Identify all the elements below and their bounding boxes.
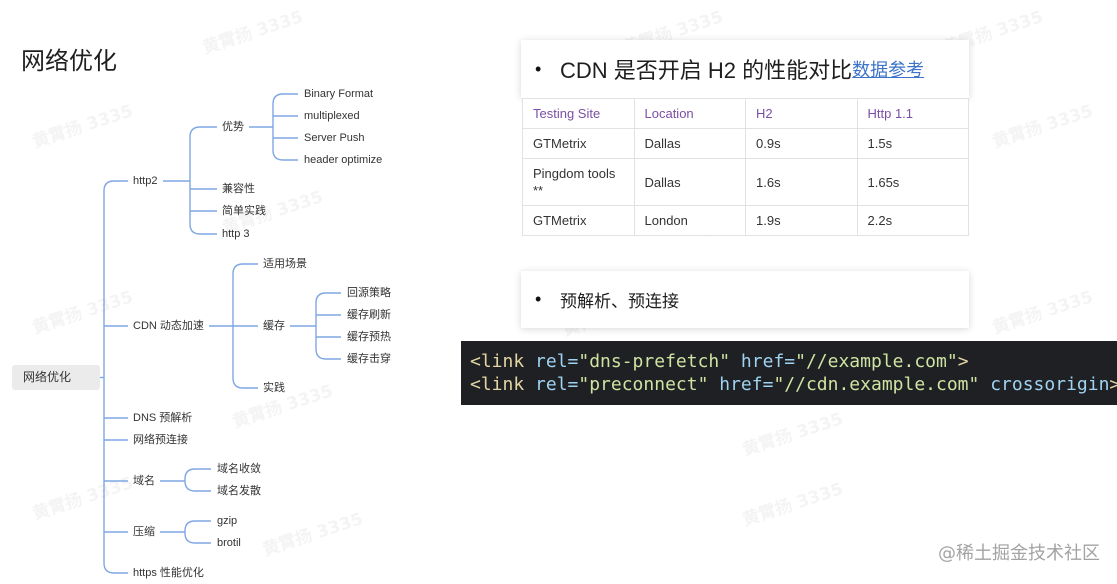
table-cell: Dallas <box>633 158 746 206</box>
slide-canvas: 黄霄扬 3335 黄霄扬 3335 黄霄扬 3335 黄霄扬 3335 黄霄扬 … <box>0 0 1117 584</box>
code-token: rel= <box>524 351 579 372</box>
mindmap-subtopic-label: 缓存 <box>263 320 285 332</box>
table-row: GTMetrix Dallas 0.9s 1.5s <box>522 128 969 159</box>
table-cell: 0.9s <box>745 128 858 159</box>
watermark-text: 黄霄扬 3335 <box>740 479 846 531</box>
mindmap-subtopic-label: gzip <box>217 515 238 527</box>
code-snippet: <link rel="dns-prefetch" href="//example… <box>461 341 1117 405</box>
connector-line <box>103 180 128 574</box>
table-cell: London <box>633 205 746 236</box>
connector-line <box>184 520 211 544</box>
mindmap-subtopic-label: 优势 <box>222 121 244 133</box>
bullet-point: • <box>535 58 542 79</box>
code-token: "dns-prefetch" <box>578 351 731 372</box>
connector-line <box>184 468 211 492</box>
mindmap-branch-label: https 性能优化 <box>133 567 204 579</box>
preload-heading: 预解析、预连接 <box>560 292 679 311</box>
mindmap-leaf-label: 缓存击穿 <box>347 353 391 365</box>
mindmap-leaf-label: 回源策略 <box>347 287 391 299</box>
column-header: Http 1.1 <box>856 98 969 129</box>
table-cell: Dallas <box>633 128 746 159</box>
data-reference-link[interactable]: 数据参考 <box>852 56 924 82</box>
table-cell: 1.65s <box>856 158 969 206</box>
mindmap-subtopic-label: 简单实践 <box>222 205 266 217</box>
mindmap-leaf-label: Server Push <box>304 132 365 144</box>
code-token: href= <box>708 374 774 395</box>
table-cell: 1.9s <box>745 205 858 236</box>
mindmap-leaf-label: 缓存刷新 <box>347 309 391 321</box>
mindmap-branch-label: DNS 预解析 <box>133 412 193 424</box>
connector-line <box>272 93 298 161</box>
mindmap-branch-label: 网络预连接 <box>133 434 188 446</box>
code-token: rel= <box>524 374 579 395</box>
table-cell: GTMetrix <box>522 205 635 236</box>
mindmap-subtopic-label: 兼容性 <box>222 183 255 195</box>
code-token: href= <box>730 351 796 372</box>
mindmap-branch-label: 域名 <box>133 475 155 487</box>
column-header: Location <box>633 98 746 129</box>
watermark-text: 黄霄扬 3335 <box>990 101 1096 153</box>
mindmap-leaf-label: multiplexed <box>304 110 360 122</box>
code-line: <link rel="preconnect" href="//cdn.examp… <box>470 373 1117 396</box>
watermark-text: 黄霄扬 3335 <box>740 409 846 461</box>
mindmap-subtopic-label: 域名收敛 <box>217 463 261 475</box>
mindmap-subtopic-label: http 3 <box>222 228 250 240</box>
code-token: > <box>1109 374 1117 395</box>
mindmap-branch-label: http2 <box>133 175 158 187</box>
connector-line <box>315 292 341 360</box>
table-cell: GTMetrix <box>522 128 635 159</box>
table-cell: 1.6s <box>745 158 858 206</box>
preload-preconnect-card: • 预解析、预连接 <box>521 271 969 328</box>
code-token: crossorigin <box>979 374 1110 395</box>
mindmap-root-node: 网络优化 <box>12 365 100 390</box>
table-cell: 1.5s <box>856 128 969 159</box>
mindmap-subtopic-label: 适用场景 <box>263 258 307 270</box>
mindmap-branch-label: 压缩 <box>133 526 155 538</box>
code-token: <link <box>470 351 525 372</box>
mindmap-subtopic-label: 实践 <box>263 382 285 394</box>
h2-performance-table: Testing Site Location H2 Http 1.1 GTMetr… <box>522 98 969 236</box>
table-row: GTMetrix London 1.9s 2.2s <box>522 205 969 236</box>
connector-line <box>189 126 217 235</box>
table-cell: 2.2s <box>856 205 969 236</box>
source-credit: @稀土掘金技术社区 <box>938 543 1100 564</box>
mindmap-leaf-label: 缓存预热 <box>347 331 391 343</box>
cdn-h2-comparison-card: • CDN 是否开启 H2 的性能对比 数据参考 <box>521 40 969 98</box>
mindmap-subtopic-label: 域名发散 <box>217 485 261 497</box>
code-token: <link <box>470 374 525 395</box>
code-token: "preconnect" <box>578 374 709 395</box>
code-token: "//example.com" <box>795 351 958 372</box>
mindmap-subtopic-label: brotil <box>217 537 241 549</box>
table-header-row: Testing Site Location H2 Http 1.1 <box>522 98 969 129</box>
column-header: Testing Site <box>522 98 635 129</box>
cdn-h2-heading: CDN 是否开启 H2 的性能对比 <box>560 58 853 83</box>
table-row: Pingdom tools ** Dallas 1.6s 1.65s <box>522 158 969 206</box>
mindmap-leaf-label: Binary Format <box>304 88 374 100</box>
watermark-text: 黄霄扬 3335 <box>990 287 1096 339</box>
mindmap-branch-label: CDN 动态加速 <box>133 320 204 332</box>
code-token: "//cdn.example.com" <box>773 374 980 395</box>
table-cell: Pingdom tools ** <box>522 158 635 206</box>
column-header: H2 <box>745 98 858 129</box>
code-token: > <box>957 351 969 372</box>
table-body: GTMetrix Dallas 0.9s 1.5s Pingdom tools … <box>522 128 969 236</box>
code-line: <link rel="dns-prefetch" href="//example… <box>470 350 1117 373</box>
mindmap-leaf-label: header optimize <box>304 154 383 166</box>
table-header: Testing Site Location H2 Http 1.1 <box>522 98 969 129</box>
bullet-point: • <box>535 289 542 309</box>
